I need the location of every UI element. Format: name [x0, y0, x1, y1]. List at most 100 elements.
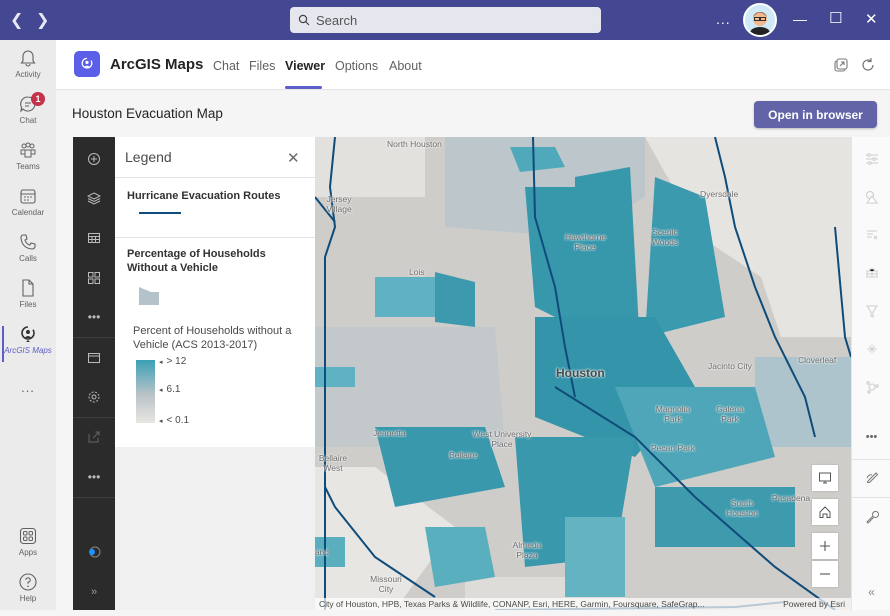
cluster-icon — [865, 381, 879, 394]
rail-item-label: Apps — [18, 548, 38, 557]
sketch-button[interactable] — [852, 459, 890, 495]
expand-toolbar-button[interactable]: » — [73, 572, 115, 610]
place-label: Cloverleaf — [798, 355, 837, 365]
rail-item-help[interactable]: Help — [0, 572, 56, 616]
fullscreen-button[interactable] — [812, 465, 838, 491]
gear-icon — [88, 391, 100, 403]
back-button[interactable]: ❮ — [10, 10, 23, 30]
ramp-label-high: > 12 — [159, 356, 187, 367]
open-map-button[interactable] — [73, 337, 115, 377]
map-attribution[interactable]: City of Houston, HPB, Texas Parks & Wild… — [315, 598, 851, 610]
share-button[interactable] — [73, 417, 115, 457]
rail-item-label: Help — [19, 594, 37, 603]
legend-panel: Legend ✕ Hurricane Evacuation Routes Per… — [115, 137, 315, 447]
refresh-icon[interactable] — [860, 57, 876, 73]
more-properties-button[interactable]: ••• — [852, 419, 890, 455]
place-label: Missouri City — [370, 574, 402, 594]
right-toolbar: ••• « — [851, 137, 890, 610]
place-label: Almeda Plaza — [512, 540, 542, 560]
legend-button[interactable] — [73, 258, 115, 298]
app-rail: Activity 1 Chat Teams Calendar Calls Fil… — [0, 40, 56, 610]
clustering-button[interactable] — [852, 369, 890, 405]
filter-button[interactable] — [852, 293, 890, 329]
map-canvas[interactable]: North Houston Jersey Village Hawthorne P… — [315, 137, 851, 610]
tab-options[interactable]: Options — [335, 59, 378, 73]
fields-button[interactable] — [852, 217, 890, 253]
legend-close-button[interactable]: ✕ — [287, 149, 300, 167]
rail-item-chat[interactable]: 1 Chat — [0, 92, 56, 138]
rail-item-files[interactable]: Files — [0, 278, 56, 322]
rail-item-activity[interactable]: Activity — [0, 48, 56, 92]
open-in-browser-button[interactable]: Open in browser — [754, 101, 877, 128]
place-label: South Houston — [726, 498, 758, 518]
arcgis-icon — [21, 326, 35, 342]
color-ramp — [136, 360, 155, 423]
ellipsis-icon: ••• — [865, 431, 878, 443]
search-input[interactable]: Search — [290, 7, 601, 33]
bell-icon — [20, 50, 36, 67]
minimize-button[interactable]: — — [793, 11, 807, 27]
settings-button[interactable] — [73, 377, 115, 417]
phone-icon — [20, 234, 36, 250]
search-icon — [298, 14, 310, 26]
styles-button[interactable] — [852, 179, 890, 215]
rail-more-button[interactable]: ... — [0, 380, 56, 424]
properties-button[interactable] — [852, 141, 890, 177]
tab-files[interactable]: Files — [249, 59, 275, 73]
calendar-icon — [20, 189, 36, 204]
add-circle-icon — [88, 153, 100, 165]
more-actions-button[interactable]: ••• — [73, 457, 115, 497]
legend-layer-name: Hurricane Evacuation Routes — [127, 190, 281, 202]
pop-out-icon[interactable] — [833, 57, 849, 73]
tools-button[interactable] — [852, 499, 890, 535]
avatar[interactable] — [743, 3, 777, 37]
ramp-label-low: < 0.1 — [159, 415, 190, 426]
rail-item-arcgis-maps[interactable]: ArcGIS Maps — [0, 324, 56, 368]
zoom-out-button[interactable] — [812, 561, 838, 587]
forward-button[interactable]: ❯ — [36, 10, 49, 30]
rail-item-teams[interactable]: Teams — [0, 140, 56, 184]
collapse-toolbar-button[interactable]: « — [852, 574, 890, 610]
add-button[interactable] — [73, 139, 115, 179]
avatar-face-icon — [745, 5, 775, 35]
place-label: Bellaire West — [318, 453, 348, 473]
more-tools-button[interactable]: ••• — [73, 297, 115, 337]
rail-item-calls[interactable]: Calls — [0, 232, 56, 276]
apps-icon — [19, 527, 37, 545]
place-label: Bellaire — [449, 450, 478, 460]
rail-item-label: ArcGIS Maps — [4, 346, 52, 355]
maximize-button[interactable]: ☐ — [829, 9, 842, 27]
toolbar-divider — [73, 497, 115, 498]
close-button[interactable]: ✕ — [865, 10, 878, 28]
powered-by-esri[interactable]: Powered by Esri — [783, 598, 845, 610]
zoom-in-button[interactable] — [812, 533, 838, 559]
effects-button[interactable] — [852, 331, 890, 367]
account-button[interactable] — [73, 532, 115, 572]
place-label: Jacinto City — [708, 361, 752, 371]
table-icon — [88, 233, 100, 243]
folder-icon — [88, 353, 100, 363]
home-button[interactable] — [812, 499, 838, 525]
more-options-button[interactable]: ... — [716, 11, 731, 27]
table-button[interactable] — [73, 218, 115, 258]
rail-item-label: Chat — [19, 116, 37, 125]
tab-viewer[interactable]: Viewer — [285, 59, 325, 73]
place-label: Magnolia Park — [655, 404, 691, 424]
rail-item-label: Calendar — [11, 208, 45, 217]
tab-about[interactable]: About — [389, 59, 422, 73]
rail-item-apps[interactable]: Apps — [0, 526, 56, 570]
configure-popup-button[interactable] — [852, 255, 890, 291]
map-toolbar: ••• ••• » — [73, 137, 115, 610]
title-bar: ❮ ❯ Search ... — ☐ ✕ — [0, 0, 890, 40]
sparkle-icon — [866, 344, 877, 354]
filter-icon — [865, 305, 878, 318]
rail-item-calendar[interactable]: Calendar — [0, 186, 56, 230]
tab-chat[interactable]: Chat — [213, 59, 239, 73]
popup-icon — [866, 268, 877, 278]
place-label: Pasadena — [771, 493, 811, 503]
active-tab-indicator — [285, 86, 322, 89]
layers-button[interactable] — [73, 178, 115, 218]
teams-icon — [20, 142, 36, 158]
app-header: ArcGIS Maps Chat Files Viewer Options Ab… — [56, 40, 890, 90]
search-placeholder: Search — [316, 12, 358, 28]
